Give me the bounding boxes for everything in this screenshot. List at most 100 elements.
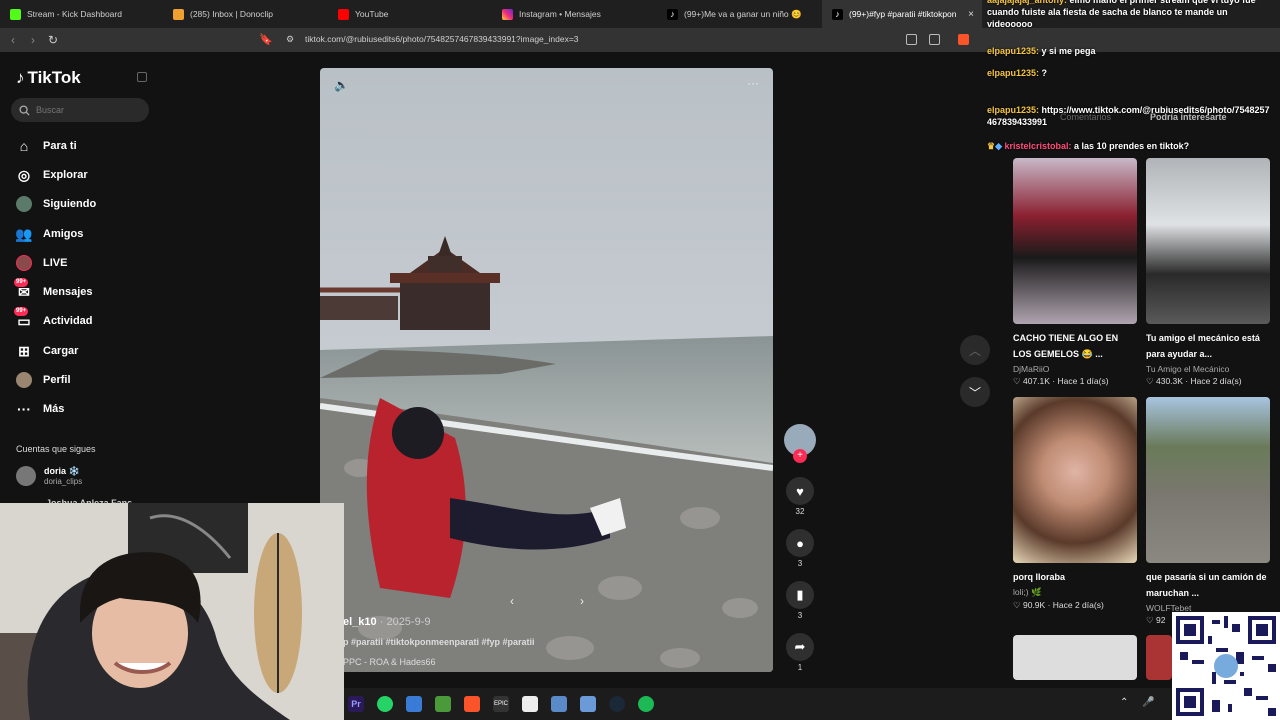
prev-image-icon[interactable]: ‹ [510, 594, 514, 608]
search-box[interactable] [11, 98, 149, 122]
suggested-video-card[interactable]: porq lloraba loli;) 🌿 ♡ 90.9K · Hace 2 d… [1013, 397, 1137, 611]
tiktok-logo[interactable]: ♪ TikTok [16, 68, 81, 88]
suggested-video-card[interactable]: Tu amigo el mecánico está para ayudar a.… [1146, 158, 1270, 387]
nav-mas[interactable]: ··· Más [16, 399, 64, 419]
reload-icon[interactable]: ↻ [43, 33, 63, 47]
video-thumbnail[interactable] [1013, 635, 1137, 680]
action-rail: ♥ 32 ● 3 ▮ 3 ➦ 1 [783, 477, 817, 685]
brave-shield-icon[interactable] [958, 34, 969, 45]
nav-perfil[interactable]: Perfil [16, 370, 71, 390]
card-time: Hace 1 día(s) [1057, 376, 1109, 386]
nav-cargar[interactable]: ⊞ Cargar [16, 341, 78, 361]
save-button[interactable]: ▮ [786, 581, 814, 609]
video-author-line[interactable]: el_k10 · 2025-9-9 [343, 616, 431, 628]
card-likes: 92 [1155, 615, 1166, 625]
site-info-icon[interactable]: ⚙ [286, 34, 294, 45]
video-thumbnail[interactable] [1146, 158, 1270, 324]
like-count: 32 [795, 507, 805, 516]
following-section-title: Cuentas que sigues [16, 444, 96, 454]
qr-code-graphic [1172, 612, 1280, 720]
video-thumbnail[interactable] [1013, 158, 1137, 324]
tab-youtube[interactable]: YouTube [328, 0, 492, 28]
follow-plus-icon[interactable]: + [793, 449, 807, 463]
minecraft-icon[interactable] [435, 696, 451, 712]
card-title[interactable]: CACHO TIENE ALGO EN LOS GEMELOS 😂 ... [1013, 330, 1137, 362]
card-title[interactable]: Tu amigo el mecánico está para ayudar a.… [1146, 330, 1270, 362]
avatar [16, 466, 36, 486]
card-author[interactable]: Tu Amigo el Mecánico [1146, 364, 1270, 374]
card-time: Hace 2 día(s) [1190, 376, 1242, 386]
brave-icon[interactable] [464, 696, 480, 712]
chat-text: ? [1041, 68, 1048, 78]
app-icon[interactable] [406, 696, 422, 712]
instagram-icon [502, 8, 513, 20]
capcut-icon[interactable] [522, 696, 538, 712]
live-icon [16, 255, 32, 271]
card-title[interactable]: porq lloraba [1013, 569, 1137, 585]
video-author[interactable]: el_k10 [343, 616, 377, 628]
premiere-icon[interactable]: Pr [348, 696, 364, 712]
comment-count: 3 [797, 559, 803, 568]
tab-instagram[interactable]: Instagram • Mensajes [492, 0, 657, 28]
prev-video-button[interactable]: ︿ [960, 335, 990, 365]
translate-icon[interactable] [906, 34, 917, 45]
suggested-video-card[interactable]: que pasaría si un camión de maruchan ...… [1146, 397, 1270, 626]
card-author[interactable]: DjMaRiiO [1013, 364, 1137, 374]
nav-amigos[interactable]: 👥 Amigos [15, 224, 84, 244]
share-icon[interactable] [929, 34, 940, 45]
close-tab-icon[interactable]: × [968, 9, 974, 20]
tray-chevron-up-icon[interactable]: ⌃ [1120, 697, 1128, 708]
nav-mensajes[interactable]: ✉ 99+ Mensajes [14, 278, 93, 302]
tab-tiktok-active[interactable]: ♪ (99+)#fyp #paratii #tiktokpon × [822, 0, 982, 28]
nav-para-ti[interactable]: ⌂ Para ti [16, 136, 77, 156]
whatsapp-icon[interactable] [377, 696, 393, 712]
nav-label: Actividad [43, 315, 93, 327]
nav-siguiendo[interactable]: Siguiendo [16, 194, 96, 214]
nav-live[interactable]: LIVE [16, 253, 67, 273]
tab-donoclip[interactable]: (285) Inbox | Donoclip [163, 0, 328, 28]
calculator-icon[interactable] [551, 696, 567, 712]
video-thumbnail[interactable] [1013, 397, 1137, 563]
bookmark-icon[interactable]: 🔖 [259, 33, 273, 46]
card-title[interactable]: que pasaría si un camión de maruchan ... [1146, 569, 1270, 601]
next-video-button[interactable]: ﹀ [960, 377, 990, 407]
chat-message: elpapu1235: y si me pega [987, 46, 1096, 56]
chat-message: elpapu1235: ? [987, 68, 1048, 78]
video-thumbnail[interactable] [1146, 397, 1270, 563]
spotify-icon[interactable] [638, 696, 654, 712]
volume-icon[interactable]: 🔈 [334, 78, 349, 92]
next-image-icon[interactable]: › [580, 594, 584, 608]
video-caption: p #paratii #tiktokponmeenparati #fyp #pa… [343, 637, 535, 647]
steam-icon[interactable] [609, 696, 625, 712]
epic-games-icon[interactable]: EPIC [493, 696, 509, 712]
tab-label: (285) Inbox | Donoclip [190, 9, 274, 19]
nav-label: Amigos [43, 228, 84, 240]
nav-label: Mensajes [43, 286, 93, 298]
nav-label: Siguiendo [43, 198, 97, 210]
donoclip-icon [173, 8, 184, 20]
nav-label: Cargar [43, 345, 79, 357]
tab-kick-dashboard[interactable]: Stream - Kick Dashboard [0, 0, 163, 28]
url-input[interactable]: tiktok.com/@rubiusedits6/photo/754825746… [305, 34, 579, 44]
more-options-icon[interactable]: ··· [747, 76, 759, 90]
search-input[interactable] [36, 105, 136, 115]
nav-actividad[interactable]: ▭ 99+ Actividad [14, 307, 93, 331]
comment-button[interactable]: ● [786, 529, 814, 557]
forward-icon[interactable]: › [23, 33, 43, 47]
microphone-icon[interactable]: 🎤 [1142, 697, 1154, 708]
card-author[interactable]: loli;) 🌿 [1013, 587, 1137, 598]
share-button[interactable]: ➦ [786, 633, 814, 661]
tab-tiktok-1[interactable]: ♪ (99+)Me va a ganar un niño 😊 [657, 0, 822, 28]
video-music[interactable]: PPC - ROA & Hades66 [343, 657, 436, 667]
beach-photo [320, 68, 773, 672]
suggested-video-card[interactable]: CACHO TIENE ALGO EN LOS GEMELOS 😂 ... Dj… [1013, 158, 1137, 387]
collapse-icon[interactable] [137, 72, 147, 82]
notepad-icon[interactable] [580, 696, 596, 712]
following-account[interactable]: doria ❄️ doria_clips [16, 466, 82, 486]
nav-explorar[interactable]: ◎ Explorar [16, 165, 88, 185]
photo-viewer[interactable]: 🔈 ··· ‹ › [320, 68, 773, 672]
like-button[interactable]: ♥ [786, 477, 814, 505]
back-icon[interactable]: ‹ [3, 33, 23, 47]
video-thumbnail[interactable] [1146, 635, 1172, 680]
youtube-icon [338, 8, 349, 20]
